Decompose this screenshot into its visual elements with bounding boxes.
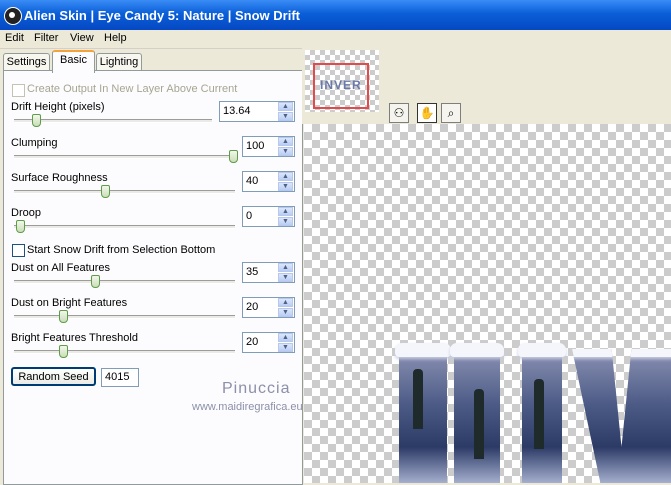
random-seed-field[interactable]: 4015 [101,368,139,387]
drift-height-value[interactable]: 13.64 [223,105,251,117]
droop-value[interactable]: 0 [246,210,252,222]
tab-lighting[interactable]: Lighting [96,53,142,71]
spin-down-icon[interactable]: ▼ [278,112,293,121]
menu-filter[interactable]: Filter [34,32,58,44]
droop-slider[interactable] [14,225,235,229]
alien-skin-app-icon[interactable] [4,7,22,25]
clumping-slider-thumb[interactable] [229,150,238,163]
window-title: Alien Skin | Eye Candy 5: Nature | Snow … [24,8,300,23]
droop-spinner[interactable]: 0 ▲ ▼ [242,206,295,227]
spin-up-icon[interactable]: ▲ [278,263,293,272]
bright-threshold-label: Bright Features Threshold [11,332,138,344]
surface-roughness-value[interactable]: 40 [246,175,258,187]
spin-up-icon[interactable]: ▲ [278,172,293,181]
surface-roughness-slider[interactable] [14,190,235,194]
menu-view[interactable]: View [70,32,94,44]
drift-height-slider[interactable] [14,119,212,123]
spin-down-icon[interactable]: ▼ [278,182,293,191]
spin-up-icon[interactable]: ▲ [278,137,293,146]
dust-all-slider[interactable] [14,280,235,284]
spin-up-icon[interactable]: ▲ [278,298,293,307]
menu-bar: Edit Filter View Help [0,30,671,49]
tab-basic[interactable]: Basic [52,50,95,73]
snow-cap [518,343,566,357]
spin-up-icon[interactable]: ▲ [278,333,293,342]
bright-threshold-value[interactable]: 20 [246,336,258,348]
spin-down-icon[interactable]: ▼ [278,308,293,317]
bright-threshold-spinner[interactable]: 20 ▲ ▼ [242,332,295,353]
preview-letter-n-left [450,343,504,483]
spin-up-icon[interactable]: ▲ [278,102,293,111]
snow-cap [450,343,504,357]
preview-canvas[interactable] [304,124,671,483]
dust-bright-slider-thumb[interactable] [59,310,68,323]
dust-bright-value[interactable]: 20 [246,301,258,313]
title-bar: Alien Skin | Eye Candy 5: Nature | Snow … [0,0,671,30]
dust-bright-slider[interactable] [14,315,235,319]
watermark-name: Pinuccia [222,380,291,397]
tab-settings[interactable]: Settings [3,53,50,71]
dust-all-value[interactable]: 35 [246,266,258,278]
bright-threshold-slider[interactable] [14,350,235,354]
tree-shape [534,379,544,449]
preview-letter-n-right [518,343,566,483]
surface-roughness-spinner[interactable]: 40 ▲ ▼ [242,171,295,192]
clumping-value[interactable]: 100 [246,140,264,152]
dust-all-slider-thumb[interactable] [91,275,100,288]
menu-edit[interactable]: Edit [5,32,24,44]
create-output-checkbox[interactable] [12,84,25,97]
snow-cap [572,349,671,357]
zoom-icon[interactable]: ⌕ [441,103,461,123]
droop-label: Droop [11,207,41,219]
drift-height-label: Drift Height (pixels) [11,101,105,113]
droop-slider-thumb[interactable] [16,220,25,233]
basic-settings-panel: Create Output In New Layer Above Current… [3,70,303,485]
tree-shape [474,389,484,459]
spin-down-icon[interactable]: ▼ [278,217,293,226]
preview-letter-i [395,343,451,483]
clumping-spinner[interactable]: 100 ▲ ▼ [242,136,295,157]
watermark-url: www.maidiregrafica.eu [192,401,303,413]
create-output-label: Create Output In New Layer Above Current [27,83,238,95]
dust-all-spinner[interactable]: 35 ▲ ▼ [242,262,295,283]
clumping-label: Clumping [11,137,58,149]
drift-height-spinner[interactable]: 13.64 ▲ ▼ [219,101,295,122]
drift-height-slider-thumb[interactable] [32,114,41,127]
menu-help[interactable]: Help [104,32,127,44]
random-seed-button[interactable]: Random Seed [11,367,96,386]
dust-all-label: Dust on All Features [11,262,111,274]
surface-roughness-slider-thumb[interactable] [101,185,110,198]
bright-threshold-slider-thumb[interactable] [59,345,68,358]
start-from-selection-label: Start Snow Drift from Selection Bottom [27,244,216,256]
clumping-slider[interactable] [14,155,235,159]
dust-bright-spinner[interactable]: 20 ▲ ▼ [242,297,295,318]
spin-up-icon[interactable]: ▲ [278,207,293,216]
dust-bright-label: Dust on Bright Features [11,297,128,309]
tree-shape [413,369,423,429]
navigator-icon[interactable]: ⚇ [389,103,409,123]
spin-down-icon[interactable]: ▼ [278,343,293,352]
navigator-thumbnail-text: INVER [320,78,362,92]
preview-letter-v [572,349,671,483]
spin-down-icon[interactable]: ▼ [278,147,293,156]
snow-cap [395,343,451,357]
start-from-selection-checkbox[interactable] [12,244,25,257]
spin-down-icon[interactable]: ▼ [278,273,293,282]
surface-roughness-label: Surface Roughness [11,172,108,184]
hand-icon[interactable]: ✋ [417,103,437,123]
